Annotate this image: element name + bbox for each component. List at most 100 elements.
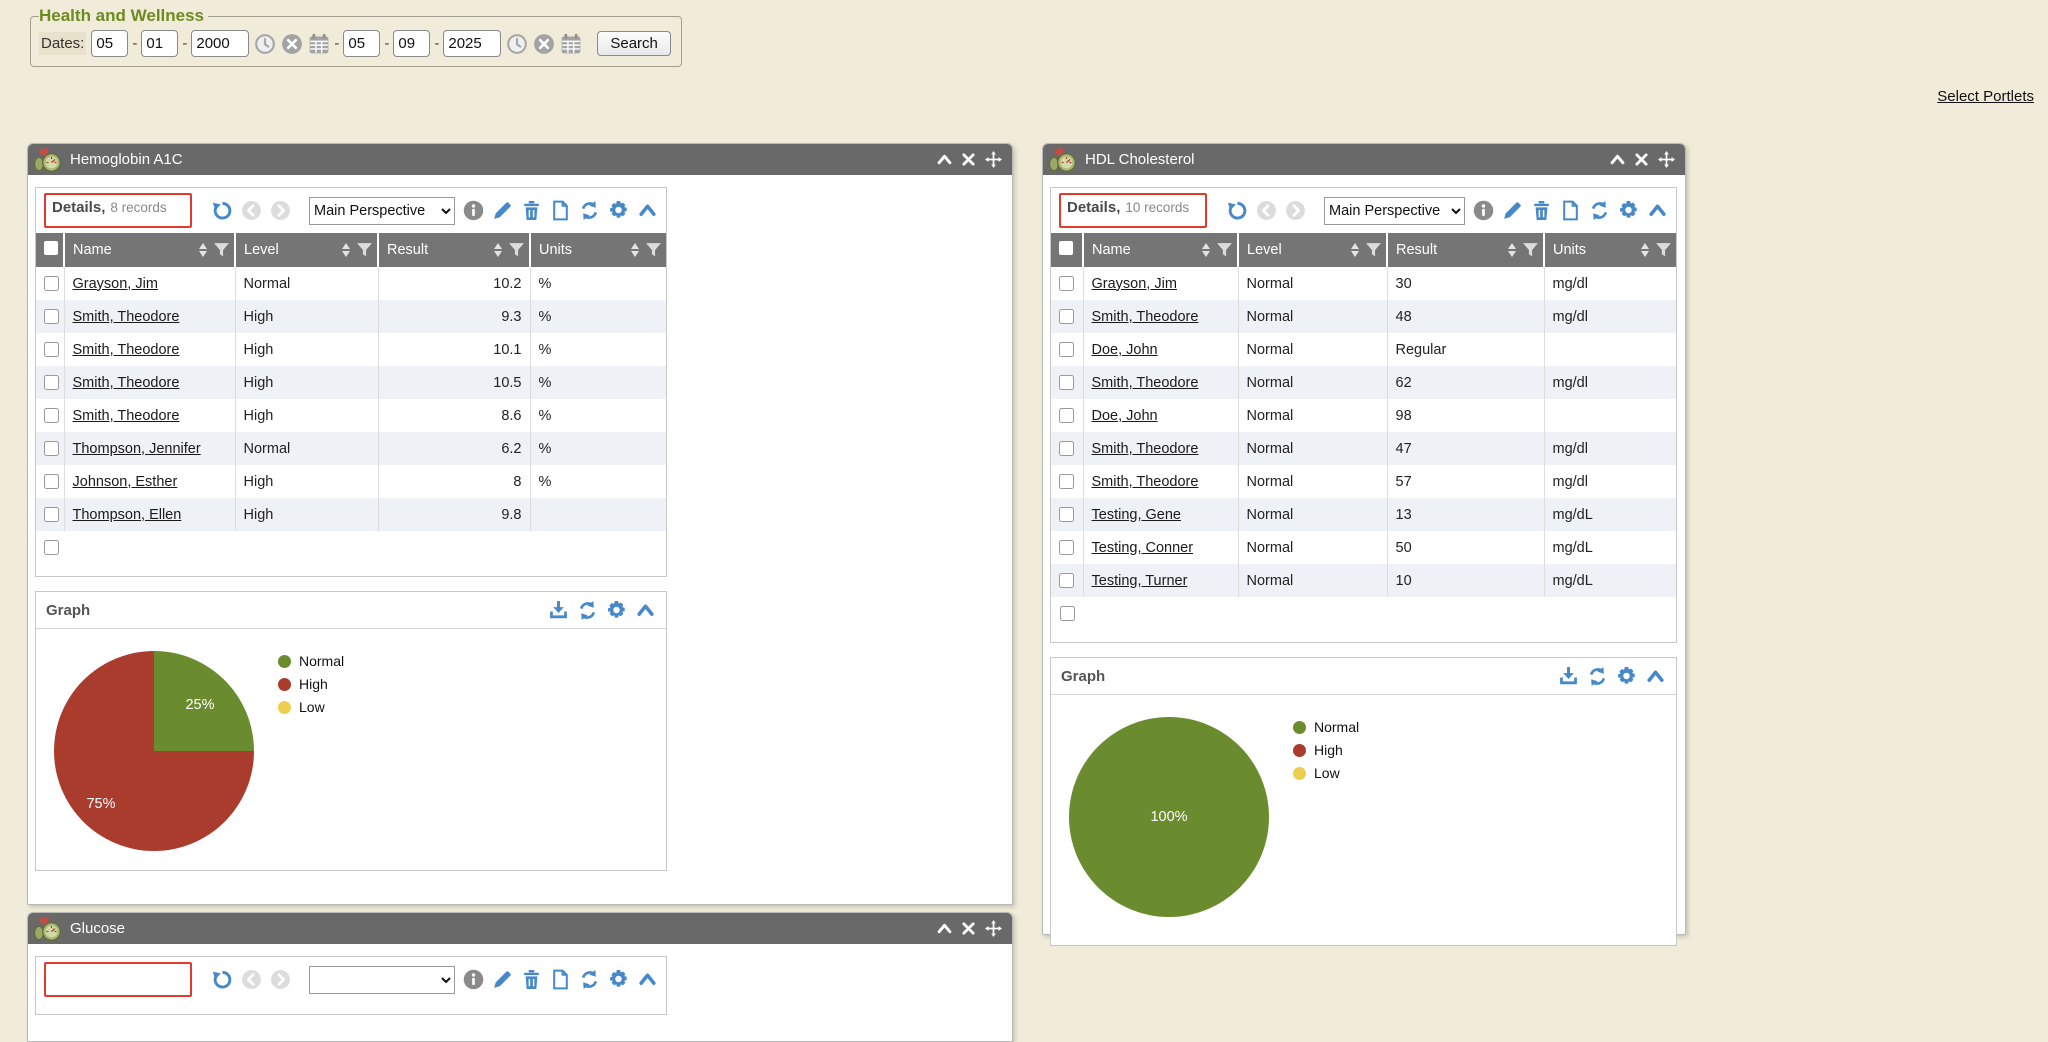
patient-name-link[interactable]: Testing, Turner bbox=[1092, 573, 1188, 589]
collapse-icon[interactable] bbox=[1610, 154, 1625, 165]
patient-name-link[interactable]: Testing, Conner bbox=[1092, 540, 1194, 556]
portlet-header[interactable]: Hemoglobin A1C bbox=[28, 144, 1012, 175]
sort-icon[interactable] bbox=[342, 243, 350, 257]
edit-icon[interactable] bbox=[492, 200, 513, 221]
settings-icon[interactable] bbox=[608, 200, 629, 221]
close-icon[interactable] bbox=[1635, 153, 1648, 166]
previous-icon[interactable] bbox=[1256, 200, 1277, 221]
to-year-input[interactable] bbox=[443, 30, 501, 57]
new-document-icon[interactable] bbox=[550, 969, 571, 990]
patient-name-link[interactable]: Smith, Theodore bbox=[1092, 441, 1199, 457]
next-icon[interactable] bbox=[270, 969, 291, 990]
row-checkbox[interactable] bbox=[1059, 375, 1074, 390]
perspective-select[interactable]: Main Perspective bbox=[1324, 197, 1465, 225]
row-checkbox[interactable] bbox=[1060, 606, 1075, 621]
select-all-checkbox[interactable] bbox=[44, 241, 58, 255]
patient-name-link[interactable]: Smith, Theodore bbox=[1092, 375, 1199, 391]
patient-name-link[interactable]: Smith, Theodore bbox=[1092, 309, 1199, 325]
sort-icon[interactable] bbox=[199, 243, 207, 257]
collapse-panel-icon[interactable] bbox=[1647, 200, 1668, 221]
from-calendar-icon[interactable] bbox=[308, 33, 330, 55]
row-checkbox[interactable] bbox=[1059, 441, 1074, 456]
sort-icon[interactable] bbox=[1202, 243, 1210, 257]
portlet-header[interactable]: HDL Cholesterol bbox=[1043, 144, 1685, 175]
previous-icon[interactable] bbox=[241, 200, 262, 221]
perspective-select[interactable] bbox=[309, 966, 455, 994]
patient-name-link[interactable]: Smith, Theodore bbox=[73, 342, 180, 358]
patient-name-link[interactable]: Doe, John bbox=[1092, 342, 1158, 358]
filter-icon[interactable] bbox=[1216, 242, 1233, 258]
move-icon[interactable] bbox=[1658, 151, 1675, 168]
from-day-input[interactable] bbox=[141, 30, 178, 57]
collapse-panel-icon[interactable] bbox=[635, 600, 656, 621]
patient-name-link[interactable]: Thompson, Ellen bbox=[73, 507, 182, 523]
sort-icon[interactable] bbox=[1508, 243, 1516, 257]
patient-name-link[interactable]: Johnson, Esther bbox=[73, 474, 178, 490]
patient-name-link[interactable]: Thompson, Jennifer bbox=[73, 441, 201, 457]
delete-icon[interactable] bbox=[1531, 200, 1552, 221]
row-checkbox[interactable] bbox=[44, 408, 59, 423]
refresh-icon[interactable] bbox=[579, 969, 600, 990]
download-icon[interactable] bbox=[1558, 666, 1579, 687]
to-day-input[interactable] bbox=[393, 30, 430, 57]
row-checkbox[interactable] bbox=[44, 540, 59, 555]
to-calendar-icon[interactable] bbox=[560, 33, 582, 55]
collapse-panel-icon[interactable] bbox=[1645, 666, 1666, 687]
sort-icon[interactable] bbox=[631, 243, 639, 257]
filter-icon[interactable] bbox=[1365, 242, 1382, 258]
patient-name-link[interactable]: Smith, Theodore bbox=[73, 408, 180, 424]
row-checkbox[interactable] bbox=[1059, 408, 1074, 423]
refresh-icon[interactable] bbox=[579, 200, 600, 221]
patient-name-link[interactable]: Testing, Gene bbox=[1092, 507, 1181, 523]
close-icon[interactable] bbox=[962, 922, 975, 935]
new-document-icon[interactable] bbox=[1560, 200, 1581, 221]
perspective-select[interactable]: Main Perspective bbox=[309, 197, 455, 225]
undo-icon[interactable] bbox=[212, 200, 233, 221]
settings-icon[interactable] bbox=[608, 969, 629, 990]
filter-icon[interactable] bbox=[508, 242, 525, 258]
from-year-input[interactable] bbox=[191, 30, 249, 57]
filter-icon[interactable] bbox=[356, 242, 373, 258]
undo-icon[interactable] bbox=[212, 969, 233, 990]
filter-icon[interactable] bbox=[213, 242, 230, 258]
patient-name-link[interactable]: Grayson, Jim bbox=[1092, 276, 1177, 292]
refresh-icon[interactable] bbox=[1589, 200, 1610, 221]
collapse-panel-icon[interactable] bbox=[637, 969, 658, 990]
row-checkbox[interactable] bbox=[44, 276, 59, 291]
refresh-icon[interactable] bbox=[577, 600, 598, 621]
from-time-icon[interactable] bbox=[254, 33, 276, 55]
to-clear-icon[interactable] bbox=[533, 33, 555, 55]
collapse-icon[interactable] bbox=[937, 923, 952, 934]
row-checkbox[interactable] bbox=[1059, 507, 1074, 522]
row-checkbox[interactable] bbox=[1059, 276, 1074, 291]
select-all-checkbox[interactable] bbox=[1059, 241, 1073, 255]
settings-icon[interactable] bbox=[1616, 666, 1637, 687]
to-time-icon[interactable] bbox=[506, 33, 528, 55]
row-checkbox[interactable] bbox=[1059, 342, 1074, 357]
undo-icon[interactable] bbox=[1227, 200, 1248, 221]
patient-name-link[interactable]: Smith, Theodore bbox=[73, 375, 180, 391]
filter-icon[interactable] bbox=[1655, 242, 1672, 258]
delete-icon[interactable] bbox=[521, 200, 542, 221]
select-portlets-link[interactable]: Select Portlets bbox=[1937, 88, 2034, 105]
portlet-header[interactable]: Glucose bbox=[28, 913, 1012, 944]
filter-icon[interactable] bbox=[645, 242, 662, 258]
patient-name-link[interactable]: Smith, Theodore bbox=[73, 309, 180, 325]
sort-icon[interactable] bbox=[494, 243, 502, 257]
patient-name-link[interactable]: Smith, Theodore bbox=[1092, 474, 1199, 490]
refresh-icon[interactable] bbox=[1587, 666, 1608, 687]
move-icon[interactable] bbox=[985, 151, 1002, 168]
patient-name-link[interactable]: Grayson, Jim bbox=[73, 276, 158, 292]
row-checkbox[interactable] bbox=[1059, 573, 1074, 588]
new-document-icon[interactable] bbox=[550, 200, 571, 221]
edit-icon[interactable] bbox=[1502, 200, 1523, 221]
next-icon[interactable] bbox=[1285, 200, 1306, 221]
download-icon[interactable] bbox=[548, 600, 569, 621]
info-icon[interactable] bbox=[1473, 200, 1494, 221]
filter-icon[interactable] bbox=[1522, 242, 1539, 258]
to-month-input[interactable] bbox=[343, 30, 380, 57]
row-checkbox[interactable] bbox=[44, 474, 59, 489]
edit-icon[interactable] bbox=[492, 969, 513, 990]
sort-icon[interactable] bbox=[1351, 243, 1359, 257]
info-icon[interactable] bbox=[463, 969, 484, 990]
